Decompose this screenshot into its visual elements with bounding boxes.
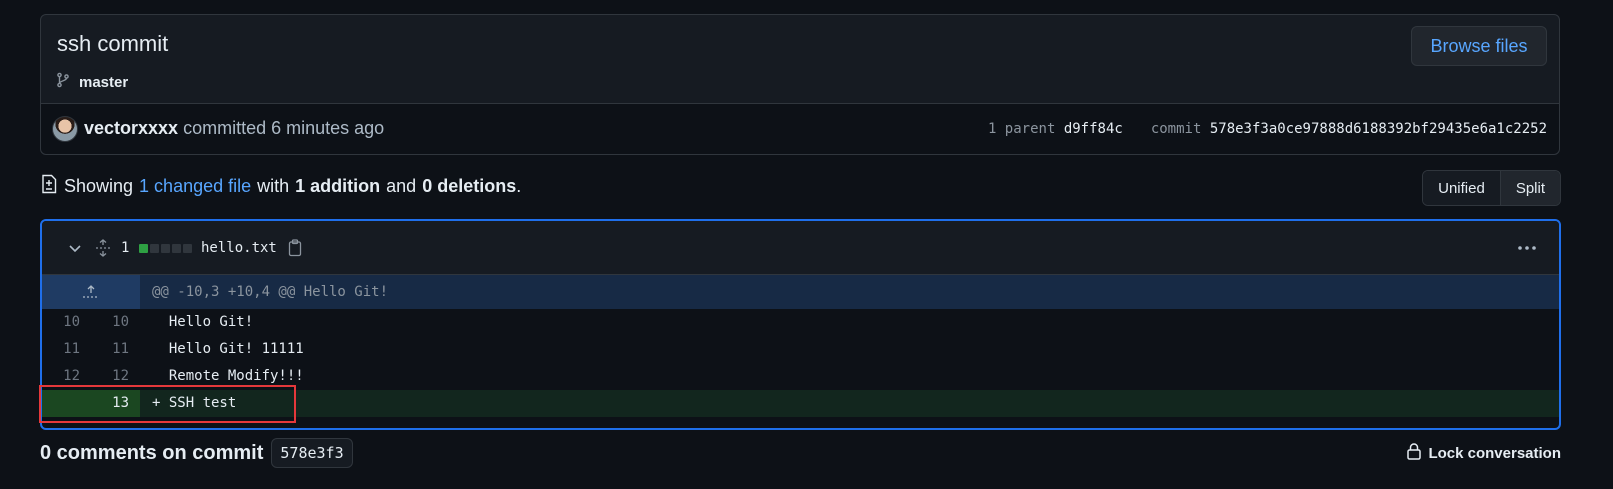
- hunk-header: @@ -10,3 +10,4 @@ Hello Git!: [42, 275, 1559, 309]
- hunk-header-text: @@ -10,3 +10,4 @@ Hello Git!: [152, 284, 389, 300]
- changed-files-link[interactable]: 1 changed file: [139, 176, 251, 197]
- commit-sha-badge[interactable]: 578e3f3: [271, 438, 353, 468]
- browse-files-button[interactable]: Browse files: [1411, 26, 1547, 66]
- file-diff-icon: [40, 174, 58, 199]
- expand-up-icon[interactable]: [42, 275, 140, 309]
- change-count: 1: [121, 240, 130, 256]
- diffstat-neutral-block: [161, 243, 170, 253]
- diff-summary: Showing 1 changed file with 1 addition a…: [40, 174, 521, 198]
- summary-with: with: [257, 175, 290, 196]
- code-line: Hello Git!: [152, 314, 254, 330]
- summary-prefix: Showing: [64, 175, 134, 196]
- git-branch-icon: [55, 72, 71, 92]
- file-header: 1 hello.txt: [42, 221, 1559, 275]
- diff-line: 10 10 Hello Git!: [42, 309, 1559, 336]
- expand-all-icon[interactable]: [95, 221, 111, 275]
- file-name-link[interactable]: hello.txt: [201, 221, 277, 275]
- lock-label: Lock conversation: [1428, 444, 1561, 462]
- parent-info: 1 parent d9ff84c commit 578e3f3a0ce97888…: [988, 121, 1547, 137]
- old-line-number[interactable]: 11: [42, 336, 91, 363]
- chevron-down-icon[interactable]: [68, 221, 82, 275]
- author-link[interactable]: vectorxxxx: [84, 118, 178, 138]
- unified-view-button[interactable]: Unified: [1423, 171, 1500, 205]
- old-line-number[interactable]: 10: [42, 309, 91, 336]
- commit-meta: vectorxxxx committed 6 minutes ago 1 par…: [41, 103, 1559, 154]
- commit-label: commit: [1150, 121, 1202, 137]
- highlight-annotation: [39, 385, 296, 423]
- code-line: Hello Git! 11111: [152, 341, 304, 357]
- diffstat: [139, 221, 192, 275]
- copy-icon[interactable]: [287, 221, 303, 275]
- diffstat-neutral-block: [172, 243, 181, 253]
- commit-title: ssh commit: [57, 31, 169, 56]
- author-line: vectorxxxx committed 6 minutes ago: [84, 118, 384, 139]
- commit-sha: 578e3f3a0ce97888d6188392bf29435e6a1c2252: [1209, 121, 1547, 137]
- split-view-button[interactable]: Split: [1499, 171, 1560, 205]
- kebab-menu-icon[interactable]: [1517, 221, 1537, 275]
- lock-conversation-button[interactable]: Lock conversation: [1406, 442, 1561, 464]
- diff-view-toggle: Unified Split: [1422, 170, 1561, 206]
- commit-header: ssh commit master Browse files vectorxxx…: [40, 14, 1560, 155]
- branch-name: master: [79, 73, 129, 91]
- diffstat-neutral-block: [150, 243, 159, 253]
- diff-line: 11 11 Hello Git! 11111: [42, 336, 1559, 363]
- commit-time: committed 6 minutes ago: [178, 118, 385, 138]
- comments-title: 0 comments on commit: [40, 441, 264, 464]
- comments-header: 0 comments on commit 578e3f3: [40, 437, 353, 469]
- summary-and: and: [386, 175, 417, 196]
- diffstat-added-block: [139, 243, 148, 253]
- summary-period: .: [516, 175, 522, 196]
- avatar[interactable]: [52, 116, 78, 142]
- parent-label: 1 parent: [987, 121, 1056, 137]
- deletions-count: 0 deletions: [422, 175, 517, 196]
- new-line-number[interactable]: 11: [91, 336, 140, 363]
- lock-icon: [1406, 442, 1422, 464]
- new-line-number[interactable]: 10: [91, 309, 140, 336]
- branch-indicator[interactable]: master: [55, 72, 128, 92]
- diffstat-neutral-block: [183, 243, 192, 253]
- parent-sha-link[interactable]: d9ff84c: [1064, 121, 1123, 137]
- additions-count: 1 addition: [295, 175, 381, 196]
